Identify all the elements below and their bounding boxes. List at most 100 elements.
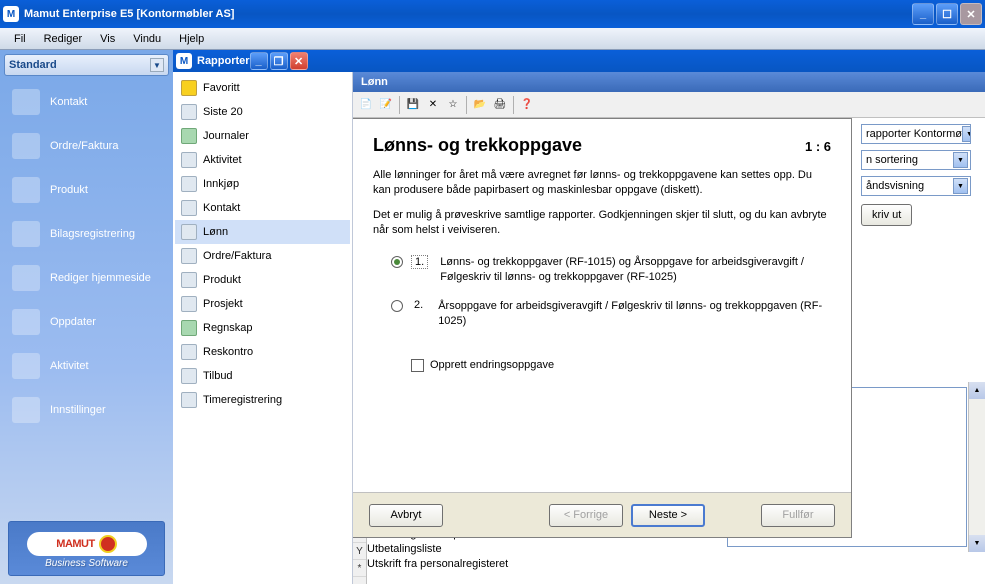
nav-label: Ordre/Faktura (203, 250, 271, 262)
button-label: Avbryt (391, 509, 422, 521)
chevron-down-icon: ▼ (953, 178, 968, 194)
report-toolbar: 📄 📝 💾 ✕ ☆ 📂 🖨 ❓ (353, 92, 985, 118)
main-titlebar: M Mamut Enterprise E5 [Kontormøbler AS] … (0, 0, 985, 28)
tb-folder-icon[interactable]: 📂 (471, 96, 489, 114)
cancel-button[interactable]: Avbryt (369, 504, 443, 527)
nav-label: Favoritt (203, 82, 240, 94)
purchase-icon (181, 176, 197, 192)
nav-label: Kontakt (203, 202, 240, 214)
scroll-down-icon[interactable]: ▼ (969, 535, 985, 552)
menu-fil[interactable]: Fil (6, 31, 34, 47)
checkbox-icon[interactable] (411, 359, 424, 372)
dialog-step: 1 : 6 (805, 139, 831, 154)
contact-icon (181, 200, 197, 216)
product-icon (12, 177, 40, 203)
checkbox-endring[interactable]: Opprett endringsoppgave (411, 359, 831, 372)
minimize-button[interactable]: _ (912, 3, 934, 25)
combo-report-set[interactable]: rapporter Kontormø▼ (861, 124, 971, 144)
nav-label: Reskontro (203, 346, 253, 358)
maximize-button[interactable]: ☐ (936, 3, 958, 25)
nav-label: Journaler (203, 130, 249, 142)
nav-innkjop[interactable]: Innkjøp (175, 172, 350, 196)
alpha-letter[interactable]: Y (353, 543, 366, 560)
tb-new-icon[interactable]: 📄 (357, 96, 375, 114)
nav-label: Aktivitet (203, 154, 242, 166)
sidebar-selector[interactable]: Standard ▼ (4, 54, 169, 76)
combo-sort[interactable]: n sortering▼ (861, 150, 971, 170)
nav-tilbud[interactable]: Tilbud (175, 364, 350, 388)
print-button[interactable]: kriv ut (861, 204, 912, 226)
menu-hjelp[interactable]: Hjelp (171, 31, 212, 47)
back-button: < Forrige (549, 504, 623, 527)
tb-edit-icon[interactable]: 📝 (377, 96, 395, 114)
nav-favoritt[interactable]: Favoritt (175, 76, 350, 100)
reports-title: Rapporter (197, 55, 250, 67)
reports-close-button[interactable]: ✕ (290, 52, 308, 70)
radio-icon[interactable] (391, 256, 403, 268)
nav-journaler[interactable]: Journaler (175, 124, 350, 148)
scroll-up-icon[interactable]: ▲ (969, 382, 985, 399)
nav-kontakt[interactable]: Kontakt (175, 196, 350, 220)
button-label: kriv ut (872, 209, 901, 221)
scrollbar-vertical[interactable]: ▲ ▼ (968, 382, 985, 552)
ledger-icon (12, 221, 40, 247)
finish-button: Fullfør (761, 504, 835, 527)
next-button[interactable]: Neste > (631, 504, 705, 527)
dialog-title: Lønns- og trekkoppgave (373, 135, 582, 156)
sidebar-selector-label: Standard (9, 59, 57, 71)
wizard-dialog: Lønns- og trekkoppgave 1 : 6 Alle lønnin… (353, 118, 852, 538)
tb-save-icon[interactable]: 💾 (404, 96, 422, 114)
menu-vindu[interactable]: Vindu (125, 31, 169, 47)
app-icon: M (176, 53, 192, 69)
list-item[interactable]: Utskrift fra personalregisteret (367, 557, 518, 572)
nav-aktivitet[interactable]: Aktivitet (175, 148, 350, 172)
nav-timeregistrering[interactable]: Timeregistrering (175, 388, 350, 412)
sidebar-item-hjemmeside[interactable]: Rediger hjemmeside (0, 256, 173, 300)
tb-help-icon[interactable]: ❓ (518, 96, 536, 114)
sidebar-item-kontakt[interactable]: Kontakt (0, 80, 173, 124)
reports-restore-button[interactable]: ❐ (270, 52, 288, 70)
nav-lonn[interactable]: Lønn (175, 220, 350, 244)
sidebar-item-aktivitet[interactable]: Aktivitet (0, 344, 173, 388)
chevron-down-icon: ▼ (962, 126, 971, 142)
menu-rediger[interactable]: Rediger (36, 31, 91, 47)
nav-ordre[interactable]: Ordre/Faktura (175, 244, 350, 268)
tb-delete-icon[interactable]: ✕ (424, 96, 442, 114)
nav-label: Innkjøp (203, 178, 239, 190)
option-number: 2. (411, 299, 426, 311)
main-sidebar: Standard ▼ Kontakt Ordre/Faktura Produkt… (0, 50, 173, 584)
sidebar-item-innstillinger[interactable]: Innstillinger (0, 388, 173, 432)
sidebar-label: Aktivitet (50, 360, 89, 372)
option-1[interactable]: 1. Lønns- og trekkoppgaver (RF-1015) og … (391, 255, 831, 285)
contact-icon (12, 89, 40, 115)
tb-star-icon[interactable]: ☆ (444, 96, 462, 114)
nav-label: Regnskap (203, 322, 253, 334)
option-2[interactable]: 2. Årsoppgave for arbeidsgiveravgift / F… (391, 299, 831, 329)
reports-titlebar: M Rapporter _ ❐ ✕ (173, 50, 985, 72)
radio-icon[interactable] (391, 300, 403, 312)
sidebar-label: Kontakt (50, 96, 87, 108)
sidebar-label: Oppdater (50, 316, 96, 328)
sidebar-item-oppdater[interactable]: Oppdater (0, 300, 173, 344)
menu-vis[interactable]: Vis (92, 31, 123, 47)
brand-subtitle: Business Software (17, 558, 156, 569)
tb-print-icon[interactable]: 🖨 (491, 96, 509, 114)
update-icon (12, 309, 40, 335)
dialog-paragraph-2: Det er mulig å prøveskrive samtlige rapp… (373, 208, 831, 238)
reports-minimize-button[interactable]: _ (250, 52, 268, 70)
alpha-letter[interactable]: * (353, 560, 366, 577)
nav-prosjekt[interactable]: Prosjekt (175, 292, 350, 316)
time-icon (181, 392, 197, 408)
nav-regnskap[interactable]: Regnskap (175, 316, 350, 340)
star-icon (181, 80, 197, 96)
content-area: Lønn 📄 📝 💾 ✕ ☆ 📂 🖨 ❓ ABCDEFGHIJKLMNOPQRS… (353, 72, 985, 584)
nav-produkt[interactable]: Produkt (175, 268, 350, 292)
sidebar-item-ordre[interactable]: Ordre/Faktura (0, 124, 173, 168)
list-item[interactable]: Utbetalingsliste (367, 542, 518, 557)
nav-siste20[interactable]: Siste 20 (175, 100, 350, 124)
close-button[interactable]: ✕ (960, 3, 982, 25)
combo-output[interactable]: åndsvisning▼ (861, 176, 971, 196)
sidebar-item-produkt[interactable]: Produkt (0, 168, 173, 212)
nav-reskontro[interactable]: Reskontro (175, 340, 350, 364)
sidebar-item-bilag[interactable]: Bilagsregistrering (0, 212, 173, 256)
